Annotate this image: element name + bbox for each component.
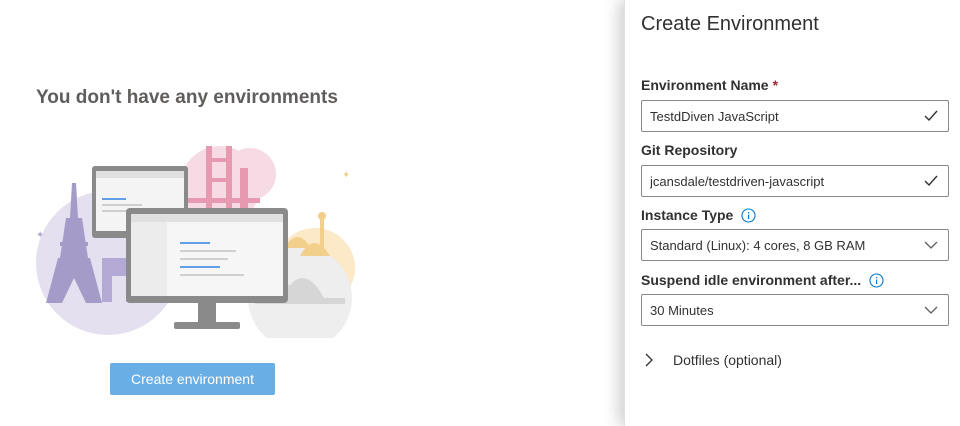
required-indicator: * <box>772 77 779 93</box>
create-environment-button[interactable]: Create environment <box>110 363 275 395</box>
empty-state: You don't have any environments ✦ ✦ Crea… <box>0 0 624 426</box>
dotfiles-expander[interactable]: Dotfiles (optional) <box>645 352 782 368</box>
instance-type-value: Standard (Linux): 4 cores, 8 GB RAM <box>650 237 866 253</box>
environment-name-value: TestdDiven JavaScript <box>650 108 779 124</box>
suspend-idle-label: Suspend idle environment after... <box>641 272 884 288</box>
svg-text:✦: ✦ <box>342 170 350 181</box>
checkmark-icon <box>922 107 940 125</box>
panel-title: Create Environment <box>641 13 819 35</box>
info-icon[interactable] <box>869 272 884 288</box>
instance-type-label-text: Instance Type <box>641 207 734 223</box>
git-repository-field[interactable]: jcansdale/testdriven-javascript <box>641 165 949 197</box>
chevron-down-icon <box>922 236 940 254</box>
dotfiles-label: Dotfiles (optional) <box>673 352 782 368</box>
environment-name-label: Environment Name * <box>641 77 778 93</box>
git-repository-label-text: Git Repository <box>641 142 738 158</box>
chevron-right-icon <box>645 353 657 367</box>
instance-type-label: Instance Type <box>641 207 756 223</box>
chevron-down-icon <box>922 301 940 319</box>
git-repository-label: Git Repository <box>641 142 737 158</box>
svg-text:✦: ✦ <box>36 230 44 241</box>
info-icon[interactable] <box>741 207 756 223</box>
empty-state-title: You don't have any environments <box>36 87 338 108</box>
git-repository-value: jcansdale/testdriven-javascript <box>650 173 825 189</box>
create-environment-panel: Create Environment Environment Name * Te… <box>624 0 960 426</box>
environment-name-field[interactable]: TestdDiven JavaScript <box>641 100 949 132</box>
suspend-idle-label-text: Suspend idle environment after... <box>641 272 862 288</box>
checkmark-icon <box>922 172 940 190</box>
instance-type-dropdown[interactable]: Standard (Linux): 4 cores, 8 GB RAM <box>641 229 949 261</box>
suspend-idle-dropdown[interactable]: 30 Minutes <box>641 294 949 326</box>
environment-name-label-text: Environment Name <box>641 77 769 93</box>
suspend-idle-value: 30 Minutes <box>650 302 714 318</box>
environments-illustration: ✦ ✦ <box>36 146 355 338</box>
